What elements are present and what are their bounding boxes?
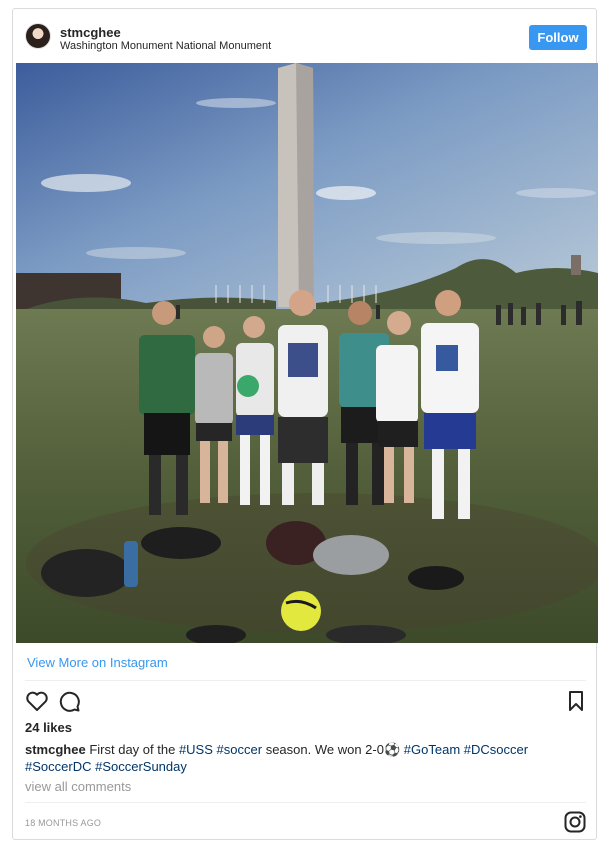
- caption-text: First day of the: [89, 742, 176, 757]
- caption-username[interactable]: stmcghee: [25, 742, 86, 757]
- avatar[interactable]: [25, 23, 51, 49]
- instagram-logo-icon[interactable]: [563, 810, 587, 839]
- view-more-link[interactable]: View More on Instagram: [27, 655, 168, 670]
- instagram-embed-card: stmcghee Washington Monument National Mo…: [12, 8, 598, 840]
- hashtag-soccerdc[interactable]: #SoccerDC: [25, 759, 91, 774]
- hashtag-uss[interactable]: #USS: [179, 742, 213, 757]
- post-header: stmcghee Washington Monument National Mo…: [13, 9, 596, 63]
- divider: [25, 802, 586, 803]
- comment-icon[interactable]: [57, 689, 81, 718]
- timestamp[interactable]: 18 MONTHS AGO: [25, 818, 101, 828]
- heart-icon[interactable]: [25, 689, 49, 718]
- post-photo[interactable]: [16, 63, 598, 643]
- follow-button[interactable]: Follow: [529, 25, 587, 50]
- hashtag-goteam[interactable]: #GoTeam: [404, 742, 460, 757]
- location-link[interactable]: Washington Monument National Monument: [60, 40, 271, 52]
- caption: stmcghee First day of the #USS #soccer s…: [25, 741, 577, 775]
- bookmark-icon[interactable]: [566, 689, 586, 718]
- username[interactable]: stmcghee: [60, 25, 121, 40]
- hashtag-dcsoccer[interactable]: #DCsoccer: [464, 742, 528, 757]
- hashtag-soccersunday[interactable]: #SoccerSunday: [95, 759, 187, 774]
- likes-count[interactable]: 24 likes: [25, 720, 72, 735]
- divider: [25, 680, 586, 681]
- view-comments-link[interactable]: view all comments: [25, 779, 131, 794]
- caption-text: season. We won 2-0⚽: [265, 742, 401, 757]
- action-bar: [25, 689, 586, 715]
- hashtag-soccer[interactable]: #soccer: [217, 742, 263, 757]
